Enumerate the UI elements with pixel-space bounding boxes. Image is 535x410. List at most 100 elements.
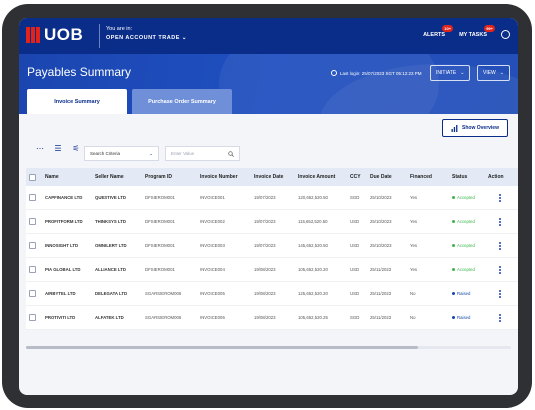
uob-logo-mark-icon <box>26 27 40 43</box>
logo-text: UOB <box>44 25 84 44</box>
cell-invoice-amount: 120,652,520.50 <box>298 195 328 200</box>
row-actions-kebab-icon[interactable] <box>488 241 512 250</box>
col-header-due-date[interactable]: Due Date <box>370 174 410 180</box>
col-header-invoice-date[interactable]: Invoice Date <box>254 174 298 180</box>
row-actions-kebab-icon[interactable] <box>488 313 512 322</box>
tablet-frame: UOB You are in: OPEN ACCOUNT TRADE ⌄ ALE… <box>2 4 532 408</box>
my-tasks-button[interactable]: MY TASKS 99+ <box>459 24 495 38</box>
search-icon <box>228 150 234 157</box>
table-row[interactable]: INNOSIGHT LTD OMNILERT LTD DFSIEROM001 INVO… <box>26 234 518 258</box>
cell-invoice-date: 19/08/2023 <box>254 267 276 272</box>
list-view-icon[interactable]: ☰ <box>53 144 63 153</box>
col-header-action: Action <box>488 174 504 180</box>
column-settings-icon[interactable]: ⚟ <box>71 144 81 153</box>
page-title: Payables Summary <box>27 65 132 79</box>
row-checkbox[interactable] <box>29 218 36 225</box>
top-actions: ALERTS 10+ MY TASKS 99+ <box>423 24 510 39</box>
search-criteria-label: Search Criteria <box>90 151 121 156</box>
cell-invoice-amount: 125,652,520.20 <box>298 291 328 296</box>
row-checkbox[interactable] <box>29 314 36 321</box>
table-row[interactable]: PROTIVITI LTD ALFATEK LTD SGARSIEROM006 INV… <box>26 306 518 330</box>
cell-action <box>488 265 512 274</box>
last-login-text: Last login: 25/07/2023 SGT 05:12:23 PM <box>340 70 422 76</box>
cell-invoice-date: 19/07/2023 <box>254 243 276 248</box>
context-switcher[interactable]: You are in: OPEN ACCOUNT TRADE ⌄ <box>106 26 187 41</box>
select-all-checkbox[interactable] <box>29 173 36 181</box>
tab-purchase-order-summary[interactable]: Purchase Order Summary <box>132 89 232 114</box>
view-label: VIEW <box>483 70 496 76</box>
table-row[interactable]: PROFITFORM LTD THINKSYS LTD DFSIEROM001 INV… <box>26 210 518 234</box>
cell-seller-name: DELEGATA LTD <box>95 291 128 296</box>
cell-financed: Yes <box>410 267 418 272</box>
col-header-seller-name[interactable]: Seller Name <box>95 174 145 180</box>
cell-due-date: 25/10/2023 <box>370 243 392 248</box>
col-header-ccy[interactable]: CCY <box>350 174 370 180</box>
row-actions-kebab-icon[interactable] <box>488 265 512 274</box>
cell-status: Accepted <box>452 267 488 272</box>
app-screen: UOB You are in: OPEN ACCOUNT TRADE ⌄ ALE… <box>19 18 518 395</box>
cell-invoice-amount: 105,652,520.20 <box>298 267 328 272</box>
cell-financed: Yes <box>410 195 418 200</box>
cell-name: PIA GLOBAL LTD <box>45 267 81 272</box>
cell-action <box>488 217 512 226</box>
cell-invoice-number: INVOICE001 <box>200 195 225 200</box>
status-dot-icon <box>452 220 455 223</box>
cell-invoice-date: 19/08/2023 <box>254 291 276 296</box>
cell-action <box>488 193 512 202</box>
col-header-name[interactable]: Name <box>45 174 95 180</box>
status-text: Raised <box>457 315 471 320</box>
cell-action <box>488 313 512 322</box>
tab-invoice-summary[interactable]: Invoice Summary <box>27 89 127 114</box>
cell-invoice-date: 19/07/2023 <box>254 219 276 224</box>
row-select-cell <box>26 242 45 249</box>
cell-name: INNOSIGHT LTD <box>45 243 79 248</box>
view-button[interactable]: VIEW ⌄ <box>477 65 510 81</box>
cell-ccy: USD <box>350 267 360 272</box>
cell-ccy: USD <box>350 243 360 248</box>
table-row[interactable]: AIRBYTEL LTD DELEGATA LTD SGARSIEROM006 INV… <box>26 282 518 306</box>
cell-seller-name: QUESTIVE LTD <box>95 195 126 200</box>
status-dot-icon <box>452 292 455 295</box>
context-value: OPEN ACCOUNT TRADE <box>106 35 180 41</box>
alerts-button[interactable]: ALERTS 10+ <box>423 24 454 38</box>
row-checkbox[interactable] <box>29 194 36 201</box>
status-text: Accepted <box>457 243 475 248</box>
cell-seller-name: OMNILERT LTD <box>95 243 127 248</box>
col-header-financed[interactable]: Financed <box>410 174 452 180</box>
horizontal-scrollbar-thumb[interactable] <box>26 346 418 349</box>
cell-program-id: DFSIEROM001 <box>145 243 175 248</box>
table-row[interactable]: PIA GLOBAL LTD ALLIANCE LTD DFSIEROM001 INV… <box>26 258 518 282</box>
cell-program-id: DFSIEROM001 <box>145 219 175 224</box>
row-checkbox[interactable] <box>29 290 36 297</box>
invoice-table: Name Seller Name Program ID Invoice Numb… <box>26 168 518 330</box>
row-select-cell <box>26 290 45 297</box>
col-header-program-id[interactable]: Program ID <box>145 174 200 180</box>
cell-name: AIRBYTEL LTD <box>45 291 76 296</box>
col-header-invoice-number[interactable]: Invoice Number <box>200 174 254 180</box>
more-options-icon[interactable]: ⋯ <box>35 144 45 153</box>
search-criteria-select[interactable]: Search Criteria ⌄ <box>84 146 159 161</box>
col-header-invoice-amount[interactable]: Invoice Amount <box>298 174 350 180</box>
status-dot-icon <box>452 196 455 199</box>
table-toolbar: ⋯ ☰ ⚟ <box>35 144 81 153</box>
table-row[interactable]: CAPFINANCE LTD QUESTIVE LTD DFSIEROM001 INV… <box>26 186 518 210</box>
user-profile-icon[interactable] <box>501 30 510 39</box>
cell-program-id: DFSIEROM001 <box>145 195 175 200</box>
row-checkbox[interactable] <box>29 242 36 249</box>
initiate-button[interactable]: INITIATE ⌄ <box>430 65 471 81</box>
row-actions-kebab-icon[interactable] <box>488 289 512 298</box>
clock-icon <box>331 70 337 76</box>
cell-ccy: USD <box>350 219 360 224</box>
filter-value-input[interactable]: Enter Value <box>165 146 240 161</box>
cell-action <box>488 241 512 250</box>
cell-invoice-amount: 105,652,520.25 <box>298 315 328 320</box>
cell-financed: No <box>410 315 416 320</box>
row-actions-kebab-icon[interactable] <box>488 217 512 226</box>
cell-invoice-number: INVOICE004 <box>200 267 225 272</box>
col-header-status[interactable]: Status <box>452 174 488 180</box>
row-actions-kebab-icon[interactable] <box>488 193 512 202</box>
show-overview-button[interactable]: Show Overview <box>442 119 508 137</box>
uob-logo[interactable]: UOB <box>26 25 83 45</box>
cell-financed: No <box>410 291 416 296</box>
row-checkbox[interactable] <box>29 266 36 273</box>
